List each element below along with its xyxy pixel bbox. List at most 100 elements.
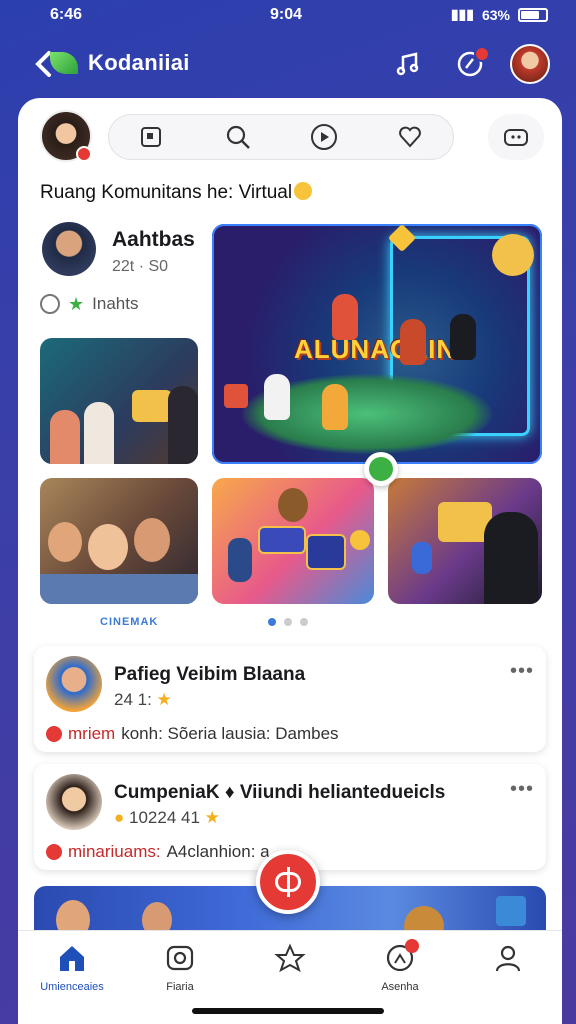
share-icon xyxy=(504,129,528,146)
battery-icon xyxy=(518,7,548,22)
star-icon[interactable]: ★ xyxy=(68,294,84,314)
character xyxy=(322,384,348,430)
board-right xyxy=(306,534,346,570)
home-icon xyxy=(55,941,89,975)
status-time-center: 9:04 xyxy=(270,6,303,23)
author-meta: 22t · S0 xyxy=(112,258,169,275)
person xyxy=(484,512,538,604)
home-indicator[interactable] xyxy=(192,1008,384,1014)
post-avatar[interactable] xyxy=(46,774,102,830)
face xyxy=(48,522,82,562)
user-avatar[interactable] xyxy=(40,110,92,162)
favorite-button[interactable] xyxy=(390,117,430,157)
emoji-decoration xyxy=(350,530,370,550)
check-icon xyxy=(369,457,393,481)
carousel-dot[interactable] xyxy=(284,618,292,626)
smile-emoji-icon xyxy=(294,182,313,200)
face xyxy=(134,518,170,562)
character xyxy=(264,374,290,420)
character xyxy=(400,319,426,365)
face xyxy=(88,524,128,570)
photo-tile[interactable] xyxy=(212,478,374,604)
battery-percent: 63% xyxy=(481,6,510,23)
post-footer: minariuams: A4clanhion: a xyxy=(46,842,270,862)
character xyxy=(450,314,476,360)
author-name[interactable]: Aahtbas xyxy=(112,228,195,252)
character xyxy=(278,488,308,522)
notification-badge xyxy=(474,46,490,62)
nav-item-home[interactable]: Umienceaies xyxy=(22,941,122,993)
more-options-button[interactable]: ••• xyxy=(510,778,534,801)
nav-item-favorites[interactable] xyxy=(240,941,340,981)
person xyxy=(50,410,80,464)
post-meta-text: 10224 41 xyxy=(129,808,200,827)
carousel-dots xyxy=(268,618,308,626)
app-bar: Kodaniiai xyxy=(0,36,576,92)
photo-tile[interactable] xyxy=(388,478,542,604)
star-icon: ★ xyxy=(156,690,172,709)
category-icon xyxy=(46,844,62,860)
character xyxy=(412,542,432,574)
user-icon xyxy=(491,941,525,975)
cube-decoration xyxy=(224,384,248,408)
post-foot-highlight[interactable]: mriem xyxy=(68,724,115,744)
carousel-check-button[interactable] xyxy=(364,452,398,486)
nav-item-camera[interactable]: Fiaria xyxy=(130,941,230,993)
tablet-screen xyxy=(132,390,172,422)
category-icon xyxy=(46,726,62,742)
nav-label: Umienceaies xyxy=(40,981,104,993)
person xyxy=(84,402,114,464)
clock-icon xyxy=(40,294,60,314)
play-button[interactable] xyxy=(304,117,344,157)
post-card[interactable]: Pafieg Veibim Blaana 24 1: ★ ••• mriem k… xyxy=(34,646,546,752)
reaction-row: ★ Inahts xyxy=(40,294,138,314)
section-title-text: Ruang Komunitans he: Virtual xyxy=(40,182,293,203)
post-foot-text: A4clanhion: a xyxy=(166,842,270,861)
post-meta-text: 24 1: xyxy=(114,690,152,709)
character xyxy=(332,294,358,340)
action-pill xyxy=(108,114,454,160)
live-indicator xyxy=(76,146,92,162)
music-button[interactable] xyxy=(392,48,424,80)
carousel-dot[interactable] xyxy=(268,618,276,626)
hero-image[interactable]: ALUNAOLIN! xyxy=(212,224,542,464)
notification-button[interactable] xyxy=(454,46,490,80)
gallery-button[interactable] xyxy=(132,117,172,157)
music-note-icon xyxy=(396,52,419,76)
reaction-label: Inahts xyxy=(92,294,139,313)
nav-item-profile[interactable] xyxy=(458,941,558,981)
nav-label: Fiaria xyxy=(166,981,194,993)
cube-decoration xyxy=(496,896,526,926)
brand-caption: CINEMAK xyxy=(100,616,159,628)
signal-icon: ▮▮▮ xyxy=(450,6,474,22)
author-avatar[interactable] xyxy=(42,222,96,276)
status-bar: 6:46 9:04 ▮▮▮ 63% xyxy=(0,0,576,32)
search-button[interactable] xyxy=(218,117,258,157)
nav-item-chat[interactable]: Asenha xyxy=(350,939,450,993)
compose-icon xyxy=(275,867,301,897)
post-foot-highlight[interactable]: minariuams: xyxy=(68,842,161,862)
profile-avatar[interactable] xyxy=(510,44,550,84)
clap-icon: ● xyxy=(114,808,125,827)
status-time: 6:46 xyxy=(50,6,83,23)
board-left xyxy=(258,526,306,554)
create-post-button[interactable] xyxy=(256,850,320,914)
share-button[interactable] xyxy=(488,114,544,160)
chat-badge xyxy=(405,939,419,953)
post-title[interactable]: Pafieg Veibim Blaana xyxy=(114,664,305,686)
post-avatar[interactable] xyxy=(46,656,102,712)
dog-character xyxy=(492,234,534,276)
square-icon xyxy=(141,127,161,147)
person xyxy=(168,386,198,464)
photo-tile[interactable] xyxy=(40,478,198,604)
hero-banner: ALUNAOLIN! xyxy=(294,334,466,364)
more-options-button[interactable]: ••• xyxy=(510,660,534,683)
section-title: Ruang Komunitans he: Virtual xyxy=(40,182,313,204)
nav-label: Asenha xyxy=(381,981,419,993)
search-icon xyxy=(226,125,250,149)
photo-tile[interactable] xyxy=(40,338,198,464)
star-icon xyxy=(273,941,307,975)
post-title[interactable]: CumpeniaK ♦ Viiundi heliantedueicls xyxy=(114,782,445,804)
post-foot-text: konh: Sõeria lausia: Dambes xyxy=(121,724,339,743)
carousel-dot[interactable] xyxy=(300,618,308,626)
